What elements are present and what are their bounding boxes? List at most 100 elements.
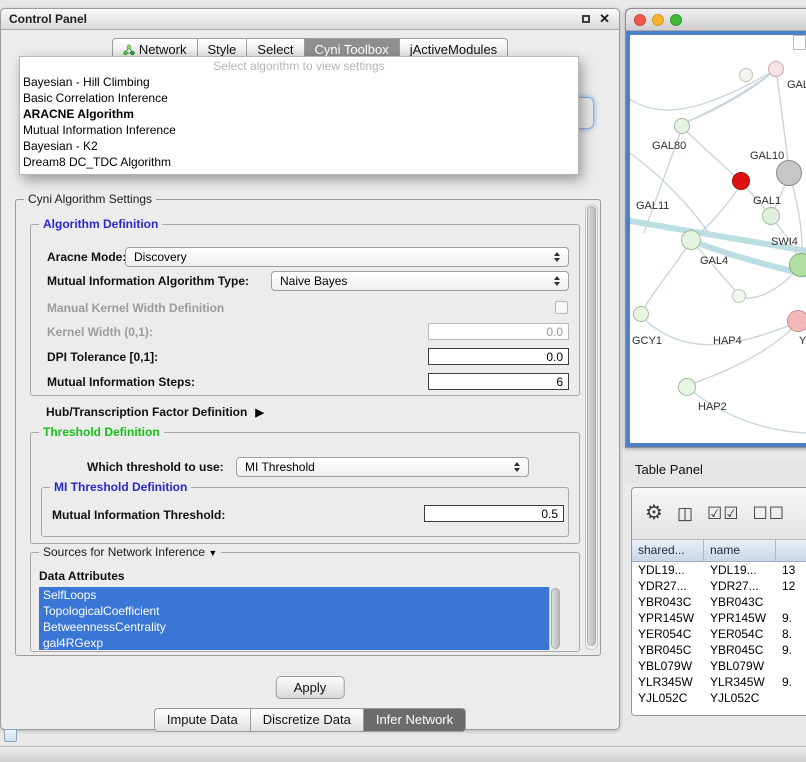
table-row[interactable]: YDL19...YDL19...13 — [632, 562, 806, 578]
aracne-mode-select[interactable]: Discovery — [125, 247, 569, 267]
network-node[interactable] — [681, 230, 701, 250]
columns-icon[interactable]: ◫ — [677, 505, 694, 522]
table-row[interactable]: YLR345WYLR345W9. — [632, 674, 806, 690]
attributes-scrollbar[interactable] — [549, 587, 561, 650]
table-cell: YER054C — [632, 626, 704, 642]
cyni-algorithm-settings-group: Cyni Algorithm Settings Algorithm Defini… — [15, 199, 601, 656]
mi-type-select[interactable]: Naive Bayes — [271, 271, 569, 291]
table-cell: YDL19... — [704, 562, 776, 578]
manual-kernel-label: Manual Kernel Width Definition — [47, 301, 224, 315]
attribute-item[interactable]: TopologicalCoefficient — [39, 603, 549, 619]
close-traffic-light-icon[interactable] — [634, 14, 646, 26]
attribute-item[interactable]: BetweennessCentrality — [39, 619, 549, 635]
table-row[interactable]: YDR27...YDR27...12 — [632, 578, 806, 594]
scrollbar-thumb[interactable] — [551, 588, 560, 649]
table-cell: YDR27... — [704, 578, 776, 594]
kernel-width-field[interactable]: 0.0 — [428, 323, 569, 340]
combo-arrows-icon — [510, 462, 523, 472]
settings-scrollbar[interactable] — [585, 204, 598, 650]
table-cell: YLR345W — [632, 674, 704, 690]
network-node[interactable] — [739, 68, 753, 82]
algorithm-option[interactable]: Basic Correlation Inference — [20, 90, 578, 106]
table-cell: YBR043C — [632, 594, 704, 610]
network-node[interactable] — [732, 172, 750, 190]
mi-threshold-label: Mutual Information Threshold: — [52, 508, 225, 522]
algorithm-option[interactable]: Bayesian - Hill Climbing — [20, 74, 578, 90]
table-cell: YER054C — [704, 626, 776, 642]
network-node[interactable] — [678, 378, 696, 396]
tab-discretize-data[interactable]: Discretize Data — [251, 708, 364, 732]
column-header[interactable]: name — [704, 540, 776, 561]
sources-title-label: Sources for Network Inference — [43, 545, 205, 559]
apply-button[interactable]: Apply — [276, 676, 345, 699]
table-row[interactable]: YER054CYER054C8. — [632, 626, 806, 642]
node-label: GAL1 — [753, 195, 781, 207]
manual-kernel-checkbox[interactable] — [555, 301, 568, 314]
control-panel-window: Control Panel ✕ Network Style Select — [0, 8, 620, 730]
node-label: SWI4 — [771, 236, 798, 248]
node-label: HAP2 — [698, 401, 727, 413]
table-row[interactable]: YBR043CYBR043C — [632, 594, 806, 610]
attribute-item[interactable]: gal4RGexp — [39, 635, 549, 650]
mi-steps-field[interactable]: 6 — [428, 373, 569, 390]
table-row[interactable]: YBR045CYBR045C9. — [632, 642, 806, 658]
table-toolbar: ⚙ ◫ ☑☑ ☐☐ — [632, 488, 806, 540]
algorithm-option[interactable]: Bayesian - K2 — [20, 138, 578, 154]
float-window-icon[interactable] — [582, 15, 590, 23]
dpi-tolerance-field[interactable]: 0.0 — [428, 348, 569, 365]
zoom-traffic-light-icon[interactable] — [670, 14, 682, 26]
checked-boxes-icon[interactable]: ☑☑ — [707, 505, 739, 522]
data-attributes-list[interactable]: SelfLoopsTopologicalCoefficientBetweenne… — [39, 587, 561, 650]
algorithm-option[interactable]: Mutual Information Inference — [20, 122, 578, 138]
table-cell: 9. — [776, 674, 806, 690]
restore-panel-icon[interactable] — [4, 729, 17, 742]
algorithm-definition-group: Algorithm Definition Aracne Mode: Discov… — [30, 224, 580, 396]
network-node[interactable] — [789, 253, 806, 277]
network-scroll-corner — [793, 35, 806, 50]
combo-arrows-icon — [550, 276, 563, 286]
bottom-tabbar: Impute Data Discretize Data Infer Networ… — [1, 708, 619, 732]
column-header[interactable] — [776, 540, 806, 561]
network-view-window: GAL80GAL80GAL10GAL11GAL1SWI4GAL4GCY1HAP4… — [625, 8, 806, 448]
table-header: shared...name — [632, 540, 806, 562]
threshold-definition-title: Threshold Definition — [39, 425, 164, 439]
column-header[interactable]: shared... — [632, 540, 704, 561]
network-node[interactable] — [787, 310, 806, 332]
node-label: Y — [799, 335, 806, 347]
network-node[interactable] — [674, 118, 690, 134]
algorithm-option[interactable]: ARACNE Algorithm — [20, 106, 578, 122]
scrollbar-thumb[interactable] — [587, 206, 596, 646]
algorithm-option[interactable]: Dream8 DC_TDC Algorithm — [20, 154, 578, 170]
data-attributes-label: Data Attributes — [39, 569, 125, 583]
table-cell — [776, 594, 806, 610]
table-cell: YPR145W — [704, 610, 776, 626]
aracne-mode-label: Aracne Mode: — [47, 250, 126, 264]
network-node[interactable] — [768, 61, 784, 77]
table-row[interactable]: YPR145WYPR145W9. — [632, 610, 806, 626]
dropdown-placeholder: Select algorithm to view settings — [20, 59, 578, 74]
network-window-titlebar[interactable] — [626, 9, 806, 31]
mi-threshold-field[interactable]: 0.5 — [424, 505, 564, 522]
table-row[interactable]: YJL052CYJL052C — [632, 690, 806, 706]
network-node[interactable] — [633, 306, 649, 322]
table-row[interactable]: YBL079WYBL079W — [632, 658, 806, 674]
tab-impute-data[interactable]: Impute Data — [154, 708, 251, 732]
network-node[interactable] — [762, 207, 780, 225]
minimize-traffic-light-icon[interactable] — [652, 14, 664, 26]
table-cell: YPR145W — [632, 610, 704, 626]
hub-section-toggle[interactable]: Hub/Transcription Factor Definition ▶ — [46, 405, 264, 419]
close-icon[interactable]: ✕ — [599, 14, 610, 24]
settings-group-title: Cyni Algorithm Settings — [24, 192, 156, 206]
attribute-item[interactable]: SelfLoops — [39, 587, 549, 603]
tab-infer-network[interactable]: Infer Network — [364, 708, 466, 732]
network-node[interactable] — [732, 289, 746, 303]
node-label: HAP4 — [713, 335, 742, 347]
which-threshold-select[interactable]: MI Threshold — [236, 457, 529, 477]
node-label: GCY1 — [632, 335, 662, 347]
gear-icon[interactable]: ⚙ — [645, 505, 664, 522]
control-panel-titlebar[interactable]: Control Panel ✕ — [1, 9, 619, 30]
unchecked-boxes-icon[interactable]: ☐☐ — [752, 505, 784, 522]
network-canvas[interactable]: GAL80GAL80GAL10GAL11GAL1SWI4GAL4GCY1HAP4… — [630, 35, 806, 445]
sources-group-title[interactable]: Sources for Network Inference ▼ — [39, 545, 221, 559]
network-node[interactable] — [776, 160, 802, 186]
